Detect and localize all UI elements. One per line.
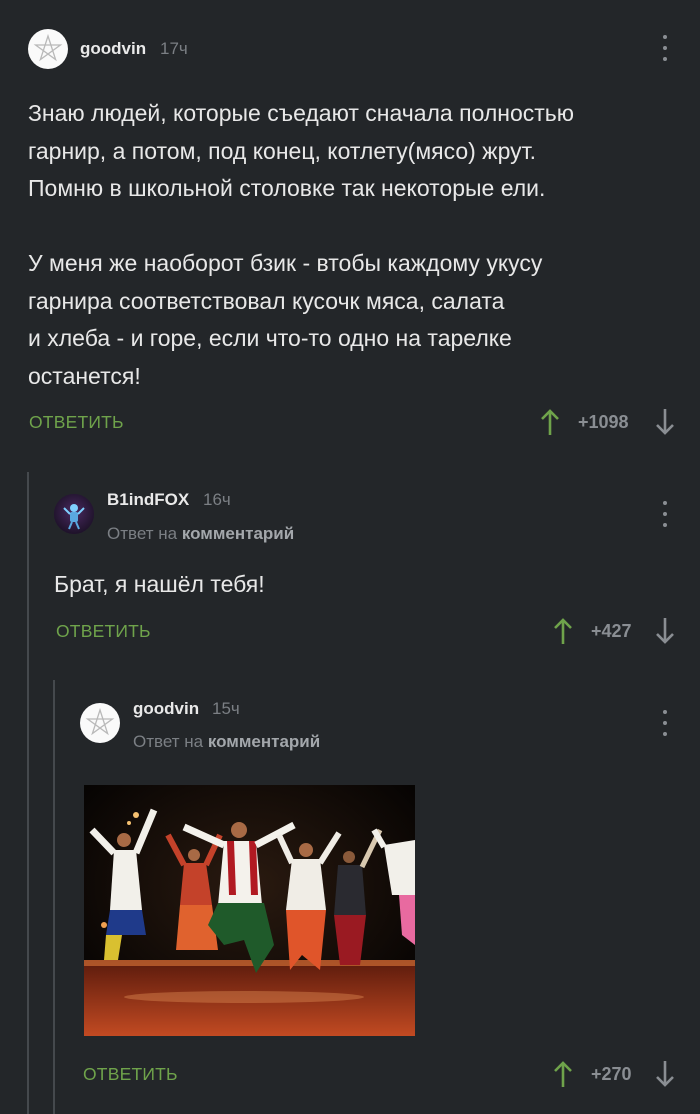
thread-line[interactable] xyxy=(53,680,55,1114)
comment-line: Знаю людей, которые съедают сначала полн… xyxy=(28,100,575,126)
comment-rating: +270 xyxy=(591,1064,632,1084)
user-avatar[interactable] xyxy=(80,703,120,743)
username[interactable]: goodvin xyxy=(133,699,199,719)
user-avatar[interactable] xyxy=(54,494,94,534)
user-avatar[interactable] xyxy=(28,29,68,69)
comment-line: останется! xyxy=(28,362,141,389)
comment-line: Помню в школьной столовке так некоторые … xyxy=(28,175,546,201)
kebab-icon[interactable] xyxy=(660,35,670,61)
comment-rating: +1098 xyxy=(578,412,629,432)
comment-line: Брат, я нашёл тебя! xyxy=(54,571,265,597)
pentagram-avatar-icon xyxy=(33,33,63,62)
reply-to-prefix: Ответ на xyxy=(133,732,204,751)
reply-to-link[interactable]: Ответ на комментарий xyxy=(133,732,320,752)
arrow-up-icon[interactable] xyxy=(553,1060,573,1088)
reply-to-target[interactable]: комментарий xyxy=(208,732,320,751)
reply-button[interactable]: ОТВЕТИТЬ xyxy=(29,412,124,433)
arrow-down-icon[interactable] xyxy=(655,408,675,436)
username[interactable]: B1indFOX xyxy=(107,490,189,510)
reply-to-link[interactable]: Ответ на комментарий xyxy=(107,524,294,544)
comment-rating: +427 xyxy=(591,621,632,641)
arrow-down-icon[interactable] xyxy=(655,617,675,645)
comment-line: гарнир, а потом, под конец, котлету(мясо… xyxy=(28,137,536,164)
comment-text: Брат, я нашёл тебя! xyxy=(54,566,654,604)
comment-line: и хлеба - и горе, если что-то одно на та… xyxy=(28,325,512,351)
reply-to-target[interactable]: комментарий xyxy=(182,524,294,543)
comment-line: У меня же наоборот бзик - втобы каждому … xyxy=(28,250,543,276)
arrow-down-icon[interactable] xyxy=(655,1060,675,1088)
reply-to-prefix: Ответ на xyxy=(107,524,178,543)
kebab-icon[interactable] xyxy=(660,501,670,527)
arrow-up-icon[interactable] xyxy=(553,617,573,645)
reply-button[interactable]: ОТВЕТИТЬ xyxy=(56,621,151,642)
reply-button[interactable]: ОТВЕТИТЬ xyxy=(83,1064,178,1085)
kebab-icon[interactable] xyxy=(660,710,670,736)
username[interactable]: goodvin xyxy=(80,39,146,59)
comment-time: 15ч xyxy=(212,699,240,718)
arrow-up-icon[interactable] xyxy=(540,408,560,436)
robot-avatar-icon xyxy=(54,494,94,534)
comment-text: Знаю людей, которые съедают сначала полн… xyxy=(28,95,678,395)
dance-photo[interactable] xyxy=(84,785,415,1036)
thread-line[interactable] xyxy=(27,472,29,1114)
pentagram-avatar-icon xyxy=(85,707,115,736)
comment-time: 16ч xyxy=(203,490,231,509)
comment-line: гарнира соответствовал кусочк мяса, сала… xyxy=(28,287,505,314)
comment-time: 17ч xyxy=(160,39,188,58)
